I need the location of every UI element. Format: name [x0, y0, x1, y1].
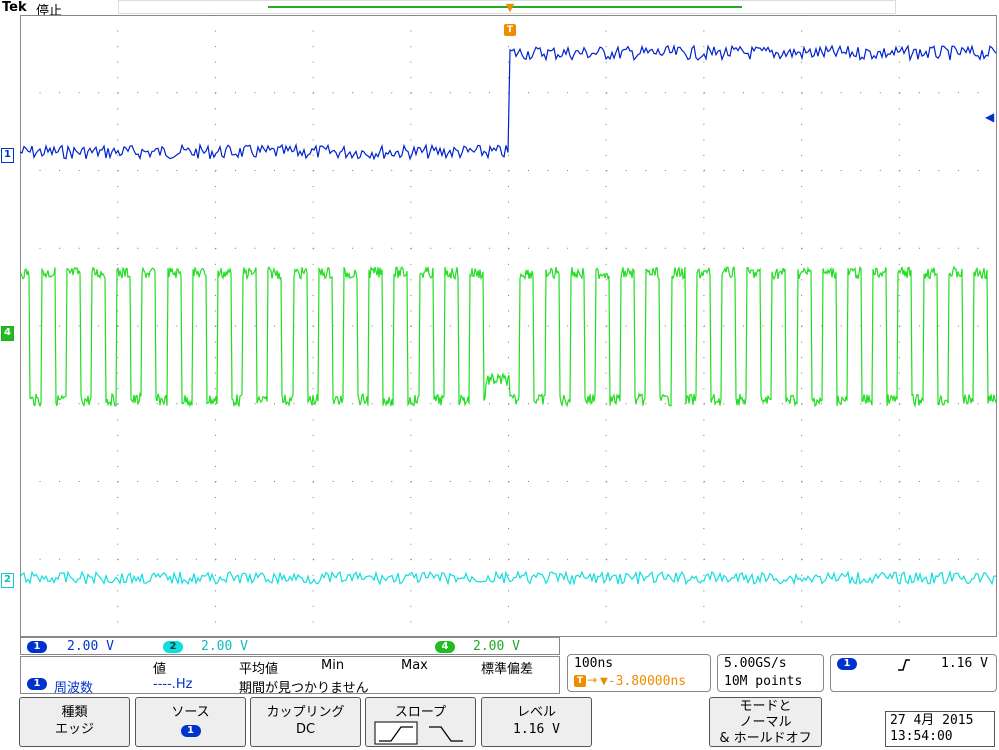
col-max-header: Max [401, 658, 428, 673]
timebase-readout[interactable]: 100ns T → ▼-3.80000ns [567, 654, 711, 692]
time: 13:54:00 [890, 729, 953, 744]
ch2-ground-marker[interactable]: 2 [1, 573, 14, 588]
mode-value: ノーマル [739, 715, 792, 730]
trigger-source-value: 1 [180, 725, 201, 737]
level-value: 1.16 V [513, 722, 560, 737]
trigger-marker: T [504, 24, 516, 36]
mode-label: モードと [739, 699, 792, 714]
measurement-panel: 値 平均値 Min Max 標準偏差 1 周波数 ----.Hz 期間が見つかり… [20, 656, 560, 696]
horizontal-position: ▼-3.80000ns [600, 674, 687, 689]
horizontal-scale: 100ns [574, 656, 614, 671]
trigger-source-label: ソース [171, 705, 210, 720]
waveform-display [20, 15, 997, 623]
level-button[interactable]: レベル 1.16 V [481, 697, 592, 747]
record-length: 10M points [724, 674, 803, 689]
date-time-display: 27 4月 2015 13:54:00 [885, 711, 995, 747]
col-std-header: 標準偏差 [481, 662, 534, 677]
col-value-header: 値 [153, 662, 167, 677]
ch4-ground-marker[interactable]: 4 [1, 326, 14, 341]
ch1-scale: 2.00 V [67, 639, 114, 654]
trigger-position-icon: T [574, 675, 586, 687]
falling-slope-icon [428, 726, 463, 742]
sample-rate: 5.00GS/s [724, 656, 787, 671]
coupling-button[interactable]: カップリング DC [250, 697, 361, 747]
mode-holdoff-button[interactable]: モードと ノーマル & ホールドオフ [709, 697, 822, 747]
channel-readout-bar: 1 2.00 V 2 2.00 V 4 2.00 V [20, 637, 560, 655]
slope-button[interactable]: スロープ [365, 697, 476, 747]
arrow-right-icon: → [587, 673, 598, 687]
measurement-source-badge: 1 [27, 678, 47, 690]
ch4-scale: 2.00 V [473, 639, 520, 654]
trigger-source-button[interactable]: ソース 1 [135, 697, 246, 747]
date: 27 4月 2015 [890, 713, 974, 728]
slope-label: スロープ [394, 705, 447, 720]
ch1-waveform [20, 43, 997, 161]
ch1-ground-marker[interactable]: 1 [1, 148, 14, 163]
rising-edge-icon [898, 659, 910, 671]
level-label: レベル [516, 705, 556, 720]
ch4-waveform [20, 265, 997, 409]
trigger-level: 1.16 V [941, 656, 988, 671]
measurement-name[interactable]: 周波数 [54, 677, 93, 696]
measurement-message: 期間が見つかりません [239, 681, 369, 696]
trigger-type-button[interactable]: 種類 エッジ [19, 697, 130, 747]
trigger-position-icon[interactable]: ▼ [504, 2, 516, 20]
brand-logo: Tek [2, 0, 27, 15]
ch4-badge[interactable]: 4 [435, 641, 455, 653]
slope-options [374, 721, 463, 745]
ch1-badge[interactable]: 1 [27, 641, 47, 653]
holdoff-label: & ホールドオフ [719, 731, 812, 746]
measurement-value: ----.Hz [153, 677, 193, 692]
ch2-badge[interactable]: 2 [163, 641, 183, 653]
acquisition-readout[interactable]: 5.00GS/s 10M points [717, 654, 824, 692]
ch2-waveform [20, 569, 996, 586]
trigger-readout[interactable]: 1 1.16 V [830, 654, 997, 692]
coupling-value: DC [295, 722, 316, 737]
trigger-type-label: 種類 [61, 705, 88, 720]
ch2-scale: 2.00 V [201, 639, 248, 654]
col-mean-header: 平均値 [239, 662, 279, 677]
trigger-level-arrow-icon: ◀ [985, 110, 995, 124]
trigger-source-badge: 1 [837, 658, 857, 670]
trigger-type-value: エッジ [54, 722, 94, 737]
coupling-label: カップリング [266, 705, 345, 720]
col-min-header: Min [321, 658, 345, 673]
